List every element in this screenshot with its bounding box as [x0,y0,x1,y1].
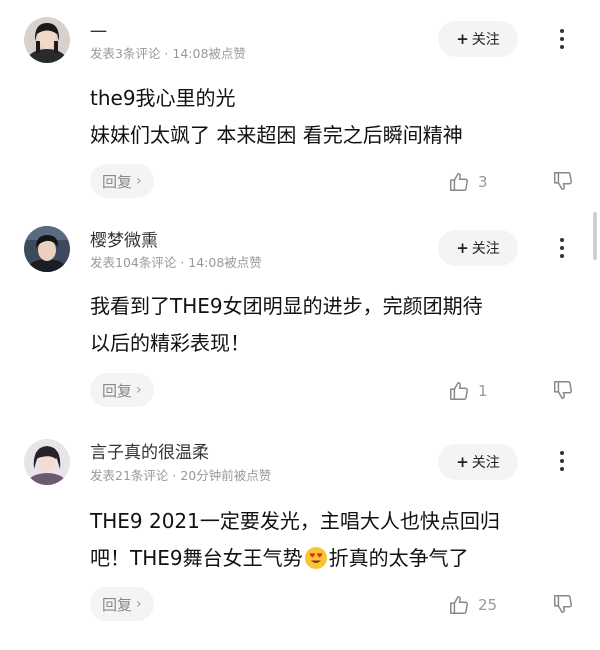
comment-segment: 折真的太争气了 [328,546,469,570]
reply-button[interactable]: 回复 › [90,164,154,198]
chevron-right-icon: › [136,173,142,189]
more-options-icon[interactable] [552,446,572,476]
plus-icon: + [456,453,469,471]
like-button[interactable]: 1 [448,379,488,403]
follow-button[interactable]: + 关注 [438,21,518,57]
comment-line: the9我心里的光 [90,86,236,110]
scrollbar[interactable] [593,212,597,260]
thumbs-up-icon [450,382,468,400]
plus-icon: + [456,239,469,257]
avatar[interactable] [24,439,70,485]
like-count: 25 [478,596,498,614]
comment-meta: 发表104条评论 · 14:08被点赞 [90,255,262,270]
comment-meta: 发表3条评论 · 14:08被点赞 [90,46,246,61]
comment-text: the9我心里的光 妹妹们太飒了 本来超困 看完之后瞬间精神 [90,80,570,154]
comment-line: 以后的精彩表现！ [90,331,250,355]
follow-label: 关注 [471,32,500,48]
username[interactable]: 言子真的很温柔 [90,442,209,464]
reply-button[interactable]: 回复 › [90,587,154,621]
username[interactable]: 樱梦微熏 [90,230,158,252]
comment-line: THE9 2021一定要发光，主唱大人也快点回归 [90,509,500,533]
reply-label: 回复 [102,595,133,614]
like-count: 3 [478,173,488,191]
follow-label: 关注 [471,455,500,471]
comment-text: 我看到了THE9女团明显的进步，完颜团期待 以后的精彩表现！ [90,288,570,362]
like-button[interactable]: 25 [448,593,497,617]
follow-button[interactable]: + 关注 [438,444,518,480]
avatar[interactable] [24,226,70,272]
avatar[interactable] [24,17,70,63]
comment-text: THE9 2021一定要发光，主唱大人也快点回归 吧！THE9舞台女王气势 折真的… [90,503,570,577]
comment-line: 我看到了THE9女团明显的进步，完颜团期待 [90,294,483,318]
plus-icon: + [456,30,469,48]
comment-line: 吧！THE9舞台女王气势 折真的太争气了 [90,540,570,577]
like-count: 1 [478,382,488,400]
comment-segment: 吧！THE9舞台女王气势 [90,546,303,570]
more-options-icon[interactable] [552,233,572,263]
heart-eyes-emoji-icon [304,545,328,582]
reply-button[interactable]: 回复 › [90,373,154,407]
chevron-right-icon: › [136,596,142,612]
dislike-icon[interactable] [552,379,576,403]
username[interactable]: 一 [90,22,107,44]
follow-label: 关注 [471,241,500,257]
dislike-icon[interactable] [552,170,576,194]
dislike-icon[interactable] [552,593,576,617]
reply-label: 回复 [102,172,133,191]
follow-button[interactable]: + 关注 [438,230,518,266]
comment-meta: 发表21条评论 · 20分钟前被点赞 [90,468,272,483]
more-options-icon[interactable] [552,24,572,54]
chevron-right-icon: › [136,382,142,398]
comment-line: 妹妹们太飒了 本来超困 看完之后瞬间精神 [90,123,463,147]
thumbs-up-icon [450,173,468,191]
thumbs-up-icon [450,596,468,614]
reply-label: 回复 [102,381,133,400]
like-button[interactable]: 3 [448,170,488,194]
